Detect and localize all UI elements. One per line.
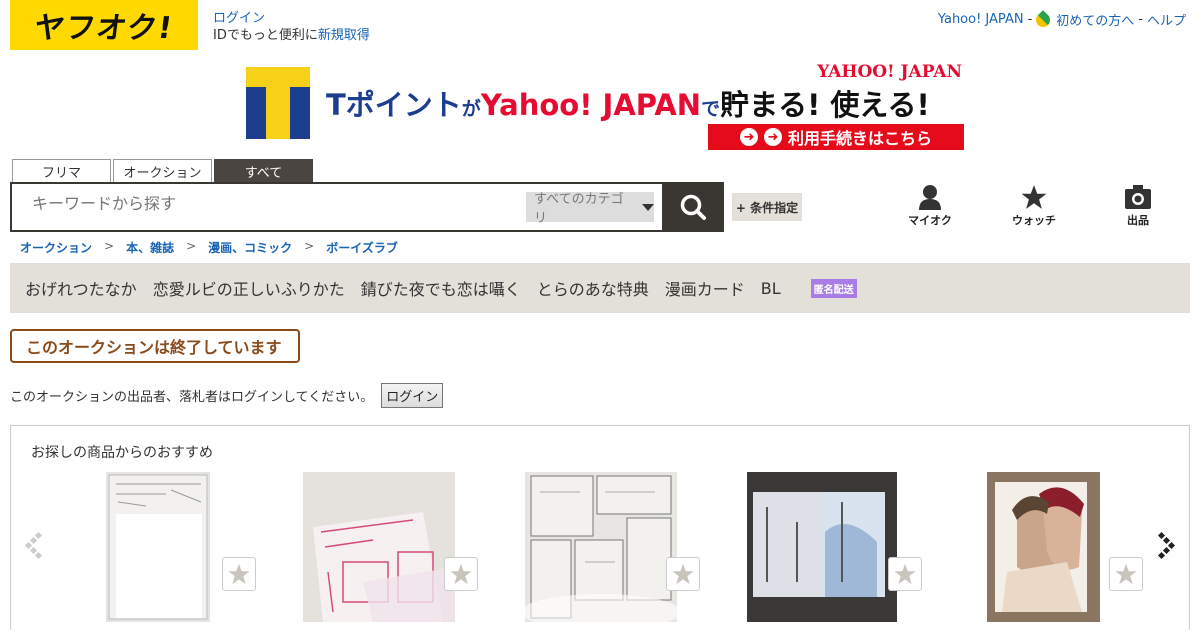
keyword-link[interactable]: 錆びた夜でも恋は囁く <box>361 276 521 300</box>
keyword-link[interactable]: 恋愛ルビの正しいふりかた <box>153 276 345 300</box>
condition-button[interactable]: + 条件指定 <box>732 193 802 221</box>
login-link[interactable]: ログイン <box>213 10 370 27</box>
watch-star-button[interactable] <box>666 557 700 591</box>
tab-furima[interactable]: フリマ <box>12 159 111 182</box>
watch-star-button[interactable] <box>1109 557 1143 591</box>
item-thumbnail[interactable] <box>987 472 1100 622</box>
banner-headline: TポイントがYahoo! JAPANで貯まる! 使える! <box>326 88 930 122</box>
login-box: ログイン IDでもっと便利に新規取得 <box>213 10 370 44</box>
banner-cta-label: 利用手続きはこちら <box>787 129 932 148</box>
logo-text: ヤフオク! <box>32 11 176 46</box>
login-note: このオークションの出品者、落札者はログインしてください。 ログイン <box>10 383 444 408</box>
search-tabs: フリマ オークション すべて <box>12 159 313 182</box>
star-icon <box>1115 563 1137 585</box>
breadcrumb-auction[interactable]: オークション <box>20 239 92 256</box>
watch-label: ウォッチ <box>1012 214 1056 227</box>
id-prompt: IDでもっと便利に <box>213 28 318 43</box>
camera-icon <box>1125 185 1151 209</box>
yahuoku-logo[interactable]: ヤフオク! <box>10 0 198 50</box>
item-thumbnail[interactable] <box>747 472 897 622</box>
arrow-right-icon: ➜ <box>763 128 782 146</box>
watch-star-button[interactable] <box>888 557 922 591</box>
keyword-bar: おげれつたなか 恋愛ルビの正しいふりかた 錆びた夜でも恋は囁く とらのあな特典 … <box>10 263 1190 313</box>
watch-star-button[interactable] <box>222 557 256 591</box>
breadcrumb-separator: > <box>186 239 197 253</box>
breadcrumb-manga[interactable]: 漫画、コミック <box>208 239 292 256</box>
top-link-separator: - <box>1027 12 1033 27</box>
search-button[interactable] <box>662 182 724 232</box>
yahoo-japan-link[interactable]: Yahoo! JAPAN <box>938 12 1024 27</box>
next-arrow-icon[interactable] <box>1155 530 1175 560</box>
category-select[interactable]: すべてのカテゴリ <box>526 192 654 226</box>
tpoint-logo-icon <box>246 67 310 139</box>
auction-ended-notice: このオークションは終了しています <box>10 329 300 363</box>
myauc-label: マイオク <box>908 214 952 227</box>
tpoint-banner[interactable]: TポイントがYahoo! JAPANで貯まる! 使える! YAHOO! JAPA… <box>244 62 966 152</box>
yahoo-japan-logo: YAHOO! JAPAN <box>817 62 962 82</box>
search-icon <box>680 194 706 220</box>
anonymous-shipping-badge: 匿名配送 <box>810 278 857 298</box>
search-box: すべてのカテゴリ <box>10 182 664 232</box>
prev-arrow-icon[interactable] <box>25 530 45 560</box>
top-link-separator: - <box>1138 12 1143 27</box>
breadcrumb-separator: > <box>104 239 115 253</box>
dropdown-arrow-icon <box>642 203 654 211</box>
star-icon <box>228 563 250 585</box>
watch-nav[interactable]: ウォッチ <box>1004 184 1064 228</box>
user-icon <box>919 185 941 210</box>
item-thumbnail[interactable] <box>106 472 210 622</box>
arrow-right-icon: ➜ <box>739 128 758 146</box>
keyword-link[interactable]: BL <box>761 279 781 298</box>
recommend-section: お探しの商品からのおすすめ <box>10 425 1190 630</box>
star-icon <box>894 563 916 585</box>
breadcrumb-separator: > <box>304 239 315 253</box>
star-icon <box>672 563 694 585</box>
banner-cta-button[interactable]: ➜ ➜ 利用手続きはこちら <box>708 124 964 150</box>
top-links: Yahoo! JAPAN - 初めての方へ - ヘルプ <box>938 9 1186 30</box>
first-time-link[interactable]: 初めての方へ <box>1056 10 1134 29</box>
category-label: すべてのカテゴリ <box>534 192 624 226</box>
breadcrumb: オークション > 本、雑誌 > 漫画、コミック > ボーイズラブ <box>20 239 398 256</box>
beginner-leaf-icon <box>1033 9 1054 30</box>
breadcrumb-bl[interactable]: ボーイズラブ <box>326 239 398 256</box>
keyword-link[interactable]: おげれつたなか <box>25 276 137 300</box>
search-input[interactable] <box>32 196 492 214</box>
keyword-link[interactable]: 漫画カード <box>665 276 745 300</box>
login-prompt-text: このオークションの出品者、落札者はログインしてください。 <box>10 390 374 405</box>
sell-label: 出品 <box>1127 214 1149 227</box>
recommend-title: お探しの商品からのおすすめ <box>31 445 213 461</box>
star-icon <box>450 563 472 585</box>
tab-auction[interactable]: オークション <box>113 159 212 182</box>
myauc-nav[interactable]: マイオク <box>900 184 960 228</box>
register-link[interactable]: 新規取得 <box>318 28 370 43</box>
item-thumbnail[interactable] <box>303 472 455 622</box>
watch-star-button[interactable] <box>444 557 478 591</box>
help-link[interactable]: ヘルプ <box>1147 10 1186 29</box>
star-icon <box>1021 185 1047 209</box>
login-button[interactable]: ログイン <box>381 383 444 408</box>
keyword-link[interactable]: とらのあな特典 <box>537 276 649 300</box>
item-thumbnail[interactable] <box>525 472 677 622</box>
sell-nav[interactable]: 出品 <box>1108 184 1168 228</box>
breadcrumb-books[interactable]: 本、雑誌 <box>126 239 174 256</box>
tab-all[interactable]: すべて <box>214 159 313 182</box>
